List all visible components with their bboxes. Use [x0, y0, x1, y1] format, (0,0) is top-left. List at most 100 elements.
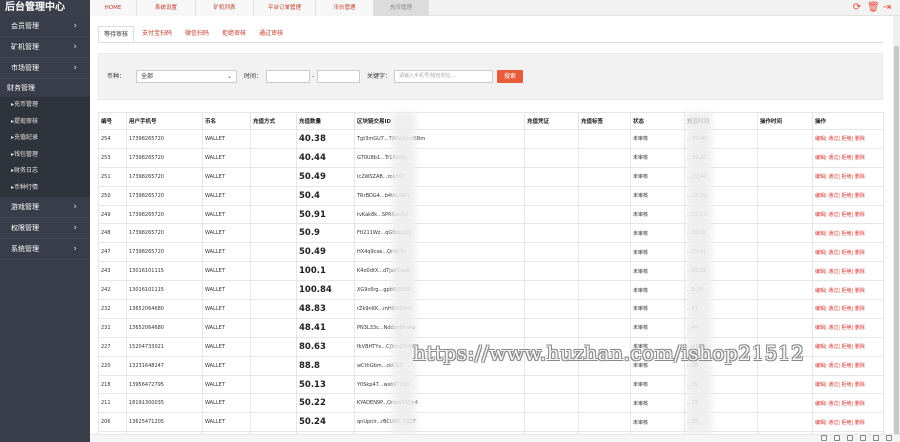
sidebar-sub-item[interactable]: ▸钱包管理	[0, 146, 90, 164]
row-actions[interactable]: 编辑| 通过| 拒绝| 删除	[812, 166, 884, 187]
sidebar-sub-item[interactable]: ▸财务日志	[0, 163, 90, 180]
table-cell: FtI211Wz...qGBboq29	[354, 223, 525, 244]
row-actions[interactable]: 编辑| 通过| 拒绝| 删除	[812, 204, 884, 225]
chevron-right-icon: ›	[73, 21, 77, 31]
sidebar-group[interactable]: 系统管理 ›	[0, 239, 90, 260]
row-actions[interactable]: 编辑| 通过| 拒绝| 删除	[812, 147, 884, 168]
sidebar-sub-item[interactable]: ▸充值纪录	[0, 130, 90, 147]
column-header: 操作	[812, 112, 884, 130]
top-tab[interactable]: 币价管理	[316, 0, 374, 16]
coin-select-value: 全部	[141, 73, 154, 80]
row-actions[interactable]: 编辑| 通过| 拒绝| 删除	[812, 412, 884, 433]
table-cell: rZk9nKK...mHGHG6xf	[354, 299, 525, 319]
tray-icon[interactable]	[821, 435, 827, 441]
sidebar-group[interactable]: 游戏管理 ›	[0, 197, 90, 218]
keyword-input[interactable]: 请输入手机号/钱包地址...	[394, 70, 493, 83]
table-cell: 未审核	[630, 147, 685, 168]
table-cell: WALLET	[202, 393, 251, 414]
table-cell: 17398265720	[126, 129, 203, 149]
table-cell: 13231648247	[126, 355, 203, 376]
table-cell: 211	[98, 393, 127, 414]
row-actions[interactable]: 编辑| 通过| 拒绝| 删除	[812, 336, 884, 357]
tray-icon[interactable]	[886, 435, 892, 441]
row-actions[interactable]: 编辑| 通过| 拒绝| 删除	[812, 355, 884, 376]
table-cell	[578, 393, 631, 414]
trash-icon[interactable]: 🗑	[867, 3, 880, 13]
table-cell: 50.91	[296, 204, 355, 225]
sidebar-group[interactable]: 权限管理 ›	[0, 218, 90, 239]
sidebar-group[interactable]: 市场管理 ›	[0, 58, 90, 79]
table-cell	[757, 317, 813, 338]
top-tab[interactable]: 平台订单管理	[254, 0, 316, 16]
watermark-text: https://www.huzhan.com/ishop21512	[413, 341, 805, 365]
row-actions[interactable]: 编辑| 通过| 拒绝| 删除	[812, 261, 884, 282]
tray-icon[interactable]	[873, 435, 879, 441]
table-cell: 未审核	[630, 166, 685, 187]
table-cell: 未审核	[630, 242, 685, 263]
table-cell: WALLET	[202, 261, 251, 282]
refresh-icon[interactable]: ⟳	[852, 3, 862, 13]
sidebar-group[interactable]: 财务管理	[0, 79, 90, 97]
row-actions[interactable]: 编辑| 通过| 拒绝| 删除	[812, 242, 884, 263]
table-cell: 50.22	[296, 393, 355, 414]
table-cell: WALLET	[202, 299, 251, 319]
tray-icon[interactable]	[860, 435, 866, 441]
table-cell: WALLET	[202, 317, 251, 338]
end-time-input[interactable]	[317, 70, 360, 83]
exit-icon[interactable]: ⇥	[882, 3, 892, 13]
sidebar-sub-item[interactable]: ▸充币管理	[0, 97, 90, 114]
coin-select[interactable]: 全部 ⌄	[136, 70, 237, 83]
row-actions[interactable]: 编辑| 通过| 拒绝| 删除	[812, 393, 884, 414]
sidebar-sub-item[interactable]: ▸提现审核	[0, 113, 90, 131]
sidebar-sub-item[interactable]: ▸币种行情	[0, 179, 90, 197]
sub-tab[interactable]: 等待审核	[98, 26, 135, 42]
scrollbar-thumb[interactable]	[894, 46, 899, 442]
row-actions[interactable]: 编辑| 通过| 拒绝| 删除	[812, 317, 884, 338]
sidebar-group-label: 市场管理	[11, 64, 39, 72]
table-cell	[757, 223, 813, 244]
table-cell	[757, 242, 813, 263]
top-tab[interactable]: HOME	[90, 0, 137, 16]
table-cell: WALLET	[202, 336, 251, 357]
keyword-label: 关键字：	[367, 73, 392, 80]
sidebar-group[interactable]: 矿机管理 ›	[0, 37, 90, 58]
row-actions[interactable]: 编辑| 通过| 拒绝| 删除	[812, 129, 884, 149]
row-actions[interactable]: 编辑| 通过| 拒绝| 删除	[812, 374, 884, 395]
chevron-right-icon: ›	[73, 42, 77, 52]
top-tab-bar: HOME 系统设置 矿机列表 平台订单管理 币价管理 充币管理 ⟳ 🗑 ⇥	[90, 0, 900, 16]
table-cell: 100.84	[296, 280, 355, 301]
row-actions[interactable]: 编辑| 通过| 拒绝| 删除	[812, 280, 884, 301]
tray-icon[interactable]	[847, 435, 853, 441]
search-button[interactable]: 搜索	[497, 70, 523, 83]
start-time-input[interactable]	[266, 70, 310, 83]
table-cell	[250, 185, 297, 206]
table-row: 242 13016101115 WALLET 100.84 XG9c6rg...gpbR…	[98, 280, 884, 301]
table-row: 249 17398265720 WALLET 50.91 tvKak8k...SPROa…	[98, 204, 884, 225]
top-tab[interactable]: 充币管理	[374, 0, 429, 16]
sub-tab[interactable]: 拒绝审核	[217, 26, 251, 42]
sub-tab[interactable]: 通过审核	[254, 26, 288, 42]
top-tab[interactable]: 系统设置	[137, 0, 196, 16]
top-tab[interactable]: 矿机列表	[196, 0, 254, 16]
sub-tab[interactable]: 支付宝扫码	[137, 26, 177, 42]
sidebar-group[interactable]: 会员管理 ›	[0, 16, 90, 37]
column-header: 操作时间	[757, 112, 813, 130]
table-cell: 48.41	[296, 317, 355, 338]
row-actions[interactable]: 编辑| 通过| 拒绝| 删除	[812, 299, 884, 319]
table-cell: 13016101115	[126, 261, 203, 282]
sub-tab[interactable]: 微信扫码	[180, 26, 214, 42]
row-actions[interactable]: 编辑| 通过| 拒绝| 删除	[812, 185, 884, 206]
table-cell: 50.49	[296, 242, 355, 263]
table-cell: 未审核	[630, 261, 685, 282]
tray-icon[interactable]	[834, 435, 840, 441]
table-cell	[524, 393, 579, 414]
table-cell	[250, 166, 297, 187]
vertical-scrollbar[interactable]	[893, 16, 900, 442]
row-actions[interactable]: 编辑| 通过| 拒绝| 删除	[812, 223, 884, 244]
column-header: 充值数量	[296, 112, 355, 130]
table-cell: 17398265720	[126, 242, 203, 263]
table-cell: KYADEN9P...QnwqS6Qy4	[354, 393, 525, 414]
table-cell: 15204733021	[126, 336, 203, 357]
chevron-right-icon: ›	[73, 63, 77, 73]
table-cell	[578, 242, 631, 263]
